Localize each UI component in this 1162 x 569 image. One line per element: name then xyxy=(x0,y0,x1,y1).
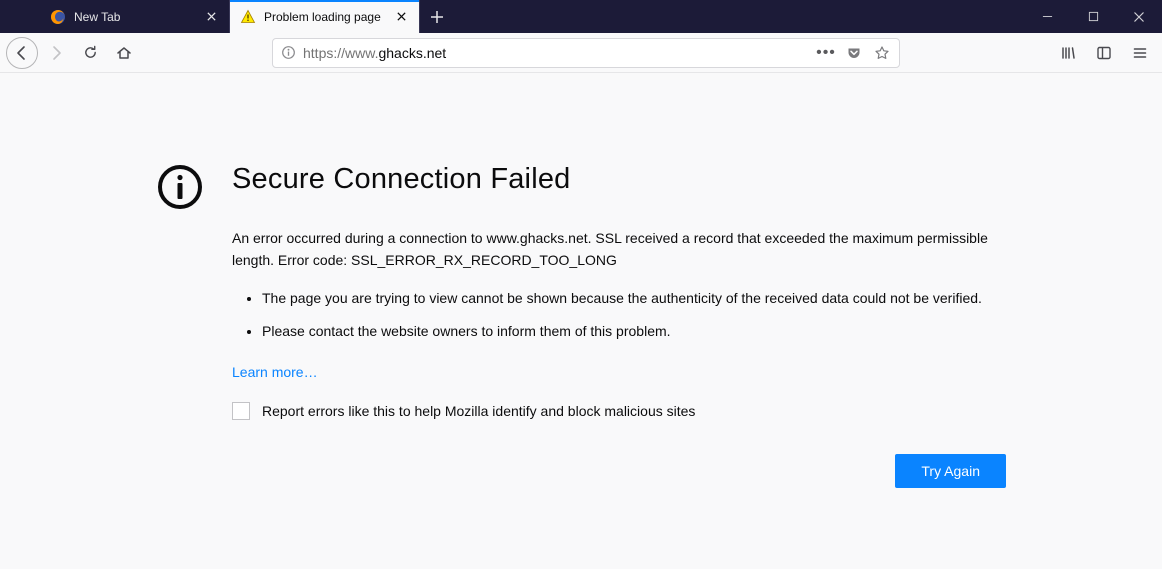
url-text: https://www.ghacks.net xyxy=(303,45,809,61)
error-container: Secure Connection Failed An error occurr… xyxy=(156,163,1006,488)
tab-title: New Tab xyxy=(74,10,195,24)
error-body: Secure Connection Failed An error occurr… xyxy=(232,163,1006,488)
minimize-button[interactable] xyxy=(1024,0,1070,33)
tab-error-page[interactable]: Problem loading page xyxy=(230,0,420,33)
back-button[interactable] xyxy=(6,37,38,69)
window-controls xyxy=(1024,0,1162,33)
tab-bar: New Tab Problem loading page xyxy=(0,0,1162,33)
home-button[interactable] xyxy=(108,37,140,69)
report-errors-label: Report errors like this to help Mozilla … xyxy=(262,403,695,419)
menu-icon[interactable] xyxy=(1124,37,1156,69)
button-row: Try Again xyxy=(232,454,1006,488)
maximize-button[interactable] xyxy=(1070,0,1116,33)
report-errors-checkbox[interactable] xyxy=(232,402,250,420)
info-icon[interactable] xyxy=(279,44,297,62)
close-window-button[interactable] xyxy=(1116,0,1162,33)
tab-title: Problem loading page xyxy=(264,10,385,24)
page-actions-icon[interactable]: ••• xyxy=(815,42,837,64)
new-tab-button[interactable] xyxy=(420,0,454,33)
url-prefix: www. xyxy=(345,45,378,61)
error-suggestion: The page you are trying to view cannot b… xyxy=(262,287,1006,309)
close-icon[interactable] xyxy=(203,9,219,25)
warning-icon xyxy=(240,9,256,25)
learn-more-link[interactable]: Learn more… xyxy=(232,364,318,380)
sidebar-icon[interactable] xyxy=(1088,37,1120,69)
forward-button[interactable] xyxy=(40,37,72,69)
firefox-icon xyxy=(50,9,66,25)
error-suggestion-list: The page you are trying to view cannot b… xyxy=(232,287,1006,342)
library-icon[interactable] xyxy=(1052,37,1084,69)
error-title: Secure Connection Failed xyxy=(232,163,1006,196)
page-content: Secure Connection Failed An error occurr… xyxy=(0,73,1162,488)
try-again-button[interactable]: Try Again xyxy=(895,454,1006,488)
error-suggestion: Please contact the website owners to inf… xyxy=(262,320,1006,342)
reload-button[interactable] xyxy=(74,37,106,69)
bookmark-star-icon[interactable] xyxy=(871,42,893,64)
report-errors-row: Report errors like this to help Mozilla … xyxy=(232,402,1006,420)
url-scheme: https:// xyxy=(303,45,345,61)
url-bar[interactable]: https://www.ghacks.net ••• xyxy=(272,38,900,68)
tab-new-tab[interactable]: New Tab xyxy=(40,0,230,33)
close-icon[interactable] xyxy=(393,9,409,25)
pocket-icon[interactable] xyxy=(843,42,865,64)
navigation-toolbar: https://www.ghacks.net ••• xyxy=(0,33,1162,73)
error-description: An error occurred during a connection to… xyxy=(232,228,1006,271)
error-info-icon xyxy=(156,163,204,211)
url-host: ghacks.net xyxy=(378,45,446,61)
toolbar-right xyxy=(1052,37,1156,69)
